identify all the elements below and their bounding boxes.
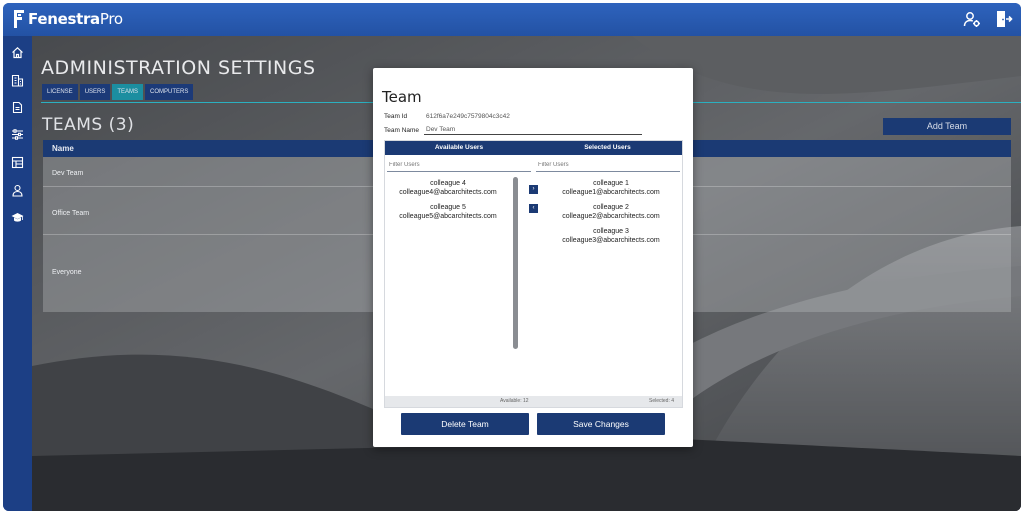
tab-teams[interactable]: TEAMS (112, 84, 144, 100)
picker-header: Available Users Selected Users (385, 141, 682, 155)
user-name: colleague 1 (593, 180, 629, 187)
settings-tabs: LICENSE USERS TEAMS COMPUTERS (42, 84, 194, 100)
tab-license[interactable]: LICENSE (42, 84, 78, 100)
user-email: colleague2@abcarchitects.com (562, 212, 660, 220)
brand-name-bold: Fenestra (28, 10, 100, 28)
user-email: colleague3@abcarchitects.com (562, 236, 660, 244)
chevron-left-icon: ‹ (532, 205, 535, 211)
user-email: colleague5@abcarchitects.com (399, 212, 497, 220)
fenestra-logo-icon (14, 10, 24, 28)
picker-footer: Available: 12 Selected: 4 (385, 396, 682, 407)
add-team-button[interactable]: Add Team (883, 118, 1011, 135)
graduation-cap-icon[interactable] (11, 211, 24, 224)
list-item[interactable]: colleague 3 colleague3@abcarchitects.com (540, 228, 682, 245)
document-icon[interactable] (11, 101, 24, 114)
save-changes-button[interactable]: Save Changes (537, 413, 665, 435)
top-bar: Fenestra Pro (3, 3, 1021, 36)
user-name: colleague 3 (593, 228, 629, 235)
list-item[interactable]: colleague 2 colleague2@abcarchitects.com (540, 204, 682, 221)
table-row[interactable]: Dev Team (52, 170, 83, 177)
brand-logo[interactable]: Fenestra Pro (13, 9, 123, 29)
team-name-label: Team Name (384, 127, 420, 134)
selected-filter-input[interactable] (536, 159, 680, 172)
list-item[interactable]: colleague 1 colleague1@abcarchitects.com (540, 180, 682, 197)
dashboard-icon[interactable] (11, 156, 24, 169)
user-email: colleague1@abcarchitects.com (562, 188, 660, 196)
user-name: colleague 4 (430, 180, 466, 187)
sidebar (3, 36, 32, 511)
page-title: ADMINISTRATION SETTINGS (41, 57, 316, 79)
user-picker: Available Users Selected Users colleague… (384, 140, 683, 408)
available-count: Available: 12 (500, 398, 529, 404)
available-users-header: Available Users (434, 144, 484, 151)
team-dialog: Team Team Id 612f6a7e249c7579804c3c42 Te… (373, 68, 693, 447)
selected-count: Selected: 4 (649, 398, 675, 404)
user-settings-icon[interactable] (963, 10, 981, 28)
building-icon[interactable] (11, 74, 24, 87)
team-name-input[interactable] (424, 124, 642, 135)
tab-computers[interactable]: COMPUTERS (145, 84, 194, 100)
available-list-scrollbar[interactable] (513, 177, 518, 349)
list-item[interactable]: colleague 4 colleague4@abcarchitects.com (385, 180, 511, 197)
team-id-value: 612f6a7e249c7579804c3c42 (426, 113, 510, 120)
table-row[interactable]: Office Team (52, 210, 89, 217)
person-icon[interactable] (11, 184, 24, 197)
selected-users-header: Selected Users (584, 144, 631, 151)
list-item[interactable]: colleague 5 colleague5@abcarchitects.com (385, 204, 511, 221)
table-row[interactable]: Everyone (52, 269, 82, 276)
move-left-button[interactable]: ‹ (529, 204, 538, 213)
teams-heading: TEAMS (3) (42, 115, 135, 135)
logout-icon[interactable] (995, 10, 1013, 28)
brand-name-light: Pro (99, 10, 123, 28)
user-email: colleague4@abcarchitects.com (399, 188, 497, 196)
team-id-label: Team Id (384, 113, 408, 120)
tab-users[interactable]: USERS (79, 84, 111, 100)
home-icon[interactable] (11, 46, 24, 59)
dialog-title: Team (382, 88, 422, 106)
move-right-button[interactable]: › (529, 185, 538, 194)
top-bar-actions (963, 10, 1013, 28)
sliders-icon[interactable] (11, 128, 24, 141)
chevron-right-icon: › (532, 186, 535, 192)
user-name: colleague 5 (430, 204, 466, 211)
user-name: colleague 2 (593, 204, 629, 211)
delete-team-button[interactable]: Delete Team (401, 413, 529, 435)
available-filter-input[interactable] (387, 159, 531, 172)
